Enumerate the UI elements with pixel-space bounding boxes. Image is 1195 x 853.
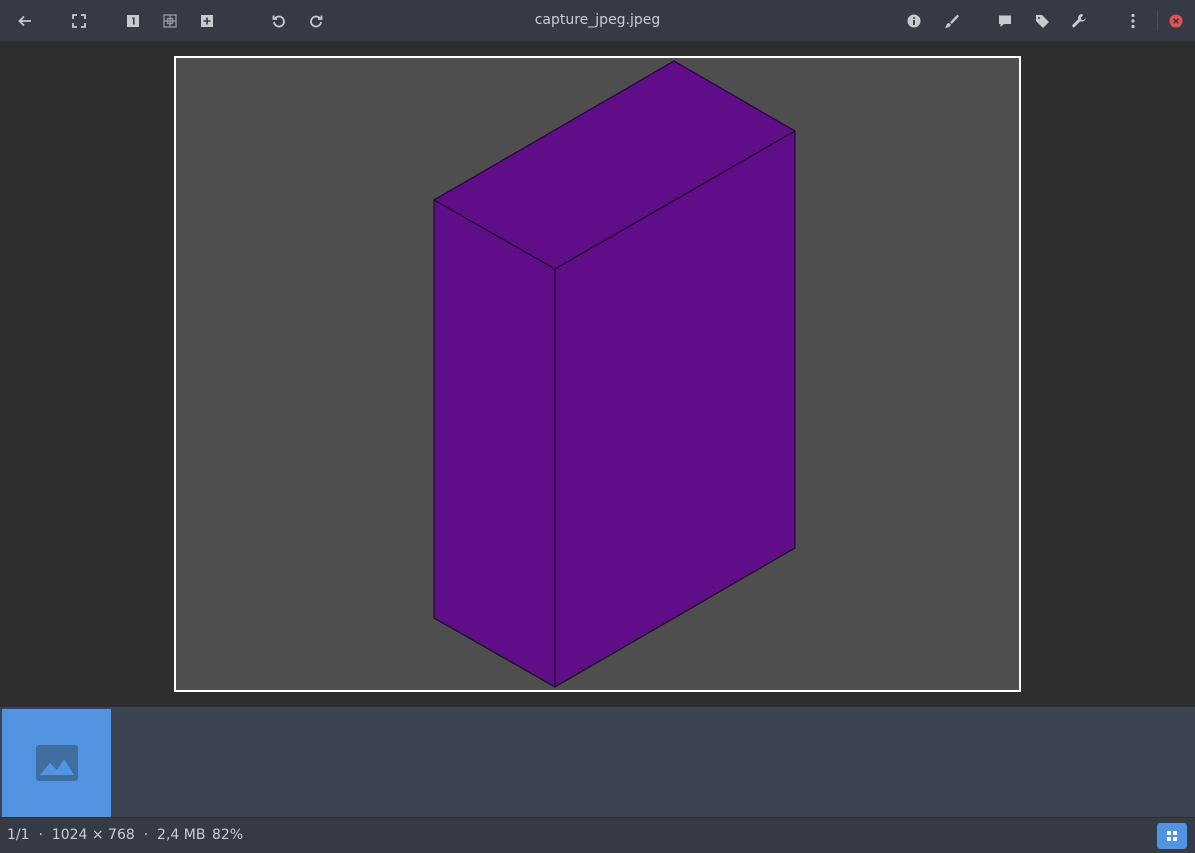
paint-brush-icon (944, 14, 959, 28)
fullscreen-icon (72, 14, 86, 28)
comment-button[interactable] (991, 7, 1019, 35)
settings-button[interactable] (1065, 7, 1093, 35)
close-button[interactable] (1162, 7, 1190, 35)
menu-button[interactable] (1119, 7, 1147, 35)
grid-icon (1167, 831, 1177, 841)
image-icon (35, 745, 78, 781)
comment-icon (999, 15, 1011, 27)
fullscreen-button[interactable] (65, 7, 93, 35)
toolbar-separator (1157, 11, 1158, 31)
back-button[interactable] (11, 7, 39, 35)
rotate-right-icon (310, 15, 323, 28)
separator: · (143, 827, 149, 843)
back-icon (18, 15, 31, 27)
single-view-button[interactable] (119, 7, 147, 35)
thumbnail-toggle-button[interactable] (1157, 823, 1187, 849)
image-filesize: 2,4 MB (157, 827, 206, 843)
box-left-face (433, 199, 556, 688)
image-viewer[interactable] (0, 42, 1195, 706)
info-icon (907, 14, 921, 28)
image-info: 1/1 · 1024 × 768 · 2,4 MB (7, 827, 205, 843)
add-icon (201, 15, 213, 27)
paint-button[interactable] (937, 7, 965, 35)
status-bar: 1/1 · 1024 × 768 · 2,4 MB 82% (0, 818, 1195, 853)
rotate-left-button[interactable] (265, 7, 293, 35)
add-button[interactable] (193, 7, 221, 35)
close-icon (1169, 14, 1183, 28)
tag-button[interactable] (1028, 7, 1056, 35)
separator: · (38, 827, 43, 843)
image-canvas[interactable] (174, 56, 1021, 692)
box-image (433, 60, 796, 688)
rotate-left-icon (272, 15, 285, 28)
zoom-level: 82% (212, 827, 244, 843)
tag-icon (1036, 15, 1049, 28)
toolbar: capture_jpeg.jpeg (0, 0, 1195, 42)
thumbnail-selected[interactable] (2, 709, 111, 817)
single-view-icon (127, 15, 139, 27)
thumbnail-strip (0, 706, 1195, 818)
grid-view-icon (163, 14, 177, 28)
grid-view-button[interactable] (156, 7, 184, 35)
more-vertical-icon (1131, 13, 1135, 29)
rotate-right-button[interactable] (302, 7, 330, 35)
info-button[interactable] (900, 7, 928, 35)
image-position: 1/1 (7, 827, 30, 843)
wrench-icon (1072, 14, 1086, 28)
image-dimensions: 1024 × 768 (51, 827, 135, 843)
